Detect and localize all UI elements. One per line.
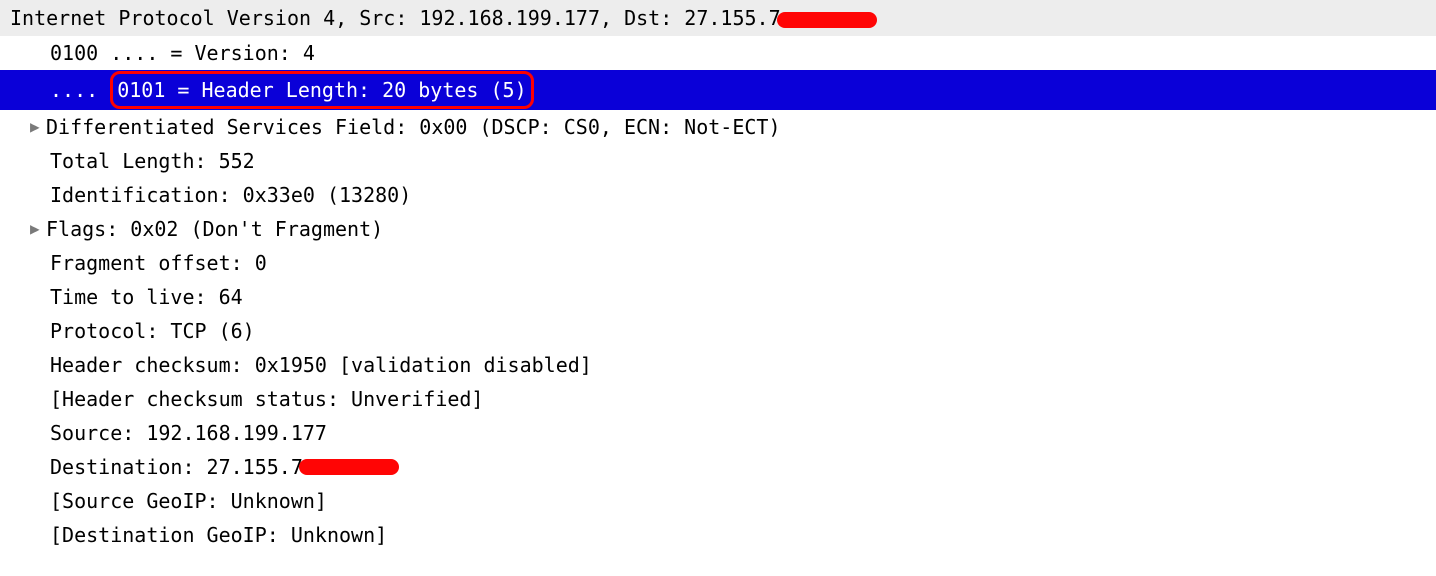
field-version-text: 0100 .... = Version: 4 bbox=[50, 37, 315, 69]
field-flags-text: Flags: 0x02 (Don't Fragment) bbox=[46, 213, 383, 245]
field-identification[interactable]: Identification: 0x33e0 (13280) bbox=[0, 178, 1436, 212]
field-ttl-text: Time to live: 64 bbox=[50, 281, 243, 313]
field-version[interactable]: 0100 .... = Version: 4 bbox=[0, 36, 1436, 70]
field-dest-geoip-text: [Destination GeoIP: Unknown] bbox=[50, 519, 387, 551]
field-source-geoip[interactable]: [Source GeoIP: Unknown] bbox=[0, 484, 1436, 518]
field-destination[interactable]: Destination: 27.155.7 bbox=[0, 450, 1436, 484]
field-identification-text: Identification: 0x33e0 (13280) bbox=[50, 179, 411, 211]
field-dsf-text: Differentiated Services Field: 0x00 (DSC… bbox=[46, 111, 781, 143]
redaction-mark bbox=[299, 459, 399, 475]
redaction-mark bbox=[777, 12, 877, 28]
field-ttl[interactable]: Time to live: 64 bbox=[0, 280, 1436, 314]
expand-icon[interactable]: ▶ bbox=[30, 216, 44, 242]
field-source-geoip-text: [Source GeoIP: Unknown] bbox=[50, 485, 327, 517]
expand-icon[interactable]: ▶ bbox=[30, 114, 44, 140]
field-checksum-status-text: [Header checksum status: Unverified] bbox=[50, 383, 483, 415]
field-fragment-offset[interactable]: Fragment offset: 0 bbox=[0, 246, 1436, 280]
protocol-header-row[interactable]: Internet Protocol Version 4, Src: 192.16… bbox=[0, 0, 1436, 36]
field-dsf[interactable]: ▶ Differentiated Services Field: 0x00 (D… bbox=[0, 110, 1436, 144]
field-protocol[interactable]: Protocol: TCP (6) bbox=[0, 314, 1436, 348]
field-checksum-text: Header checksum: 0x1950 [validation disa… bbox=[50, 349, 592, 381]
field-protocol-text: Protocol: TCP (6) bbox=[50, 315, 255, 347]
field-fragment-offset-text: Fragment offset: 0 bbox=[50, 247, 267, 279]
protocol-header-text: Internet Protocol Version 4, Src: 192.16… bbox=[10, 6, 781, 30]
field-source-text: Source: 192.168.199.177 bbox=[50, 417, 327, 449]
field-checksum[interactable]: Header checksum: 0x1950 [validation disa… bbox=[0, 348, 1436, 382]
field-source[interactable]: Source: 192.168.199.177 bbox=[0, 416, 1436, 450]
field-checksum-status[interactable]: [Header checksum status: Unverified] bbox=[0, 382, 1436, 416]
field-header-length[interactable]: .... 0101 = Header Length: 20 bytes (5) bbox=[0, 70, 1436, 110]
field-total-length-text: Total Length: 552 bbox=[50, 145, 255, 177]
field-total-length[interactable]: Total Length: 552 bbox=[0, 144, 1436, 178]
field-destination-text: Destination: 27.155.7 bbox=[50, 451, 303, 483]
field-header-length-prefix: .... bbox=[50, 78, 98, 102]
field-flags[interactable]: ▶ Flags: 0x02 (Don't Fragment) bbox=[0, 212, 1436, 246]
highlight-box: 0101 = Header Length: 20 bytes (5) bbox=[110, 71, 533, 109]
field-header-length-text: 0101 = Header Length: 20 bytes (5) bbox=[117, 78, 526, 102]
field-dest-geoip[interactable]: [Destination GeoIP: Unknown] bbox=[0, 518, 1436, 552]
